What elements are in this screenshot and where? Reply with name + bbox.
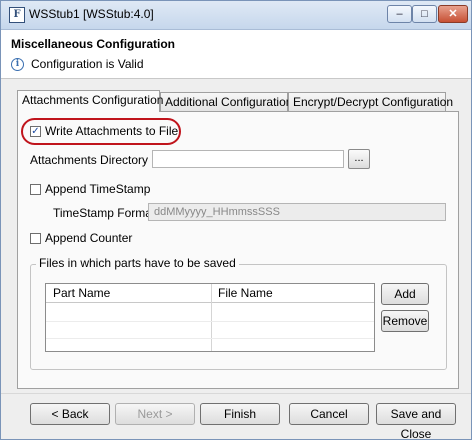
window-title: WSStub1 [WSStub:4.0]	[29, 7, 154, 21]
maximize-button[interactable]: □	[412, 5, 437, 23]
append-counter-checkbox[interactable]	[30, 233, 41, 244]
back-button[interactable]: < Back	[30, 403, 110, 425]
attachments-directory-label: Attachments Directory	[30, 153, 149, 167]
parts-table[interactable]: Part Name File Name	[45, 283, 375, 352]
timestamp-format-label: TimeStamp Format	[53, 206, 156, 220]
info-icon: i	[11, 58, 24, 71]
files-group-legend: Files in which parts have to be saved	[36, 256, 239, 270]
column-header-file-name[interactable]: File Name	[211, 284, 374, 303]
finish-button[interactable]: Finish	[200, 403, 280, 425]
remove-button[interactable]: Remove	[381, 310, 429, 332]
column-header-part-name[interactable]: Part Name	[46, 284, 211, 303]
cancel-button[interactable]: Cancel	[289, 403, 369, 425]
append-timestamp-label: Append TimeStamp	[45, 182, 151, 196]
add-button[interactable]: Add	[381, 283, 429, 305]
save-and-close-button[interactable]: Save and Close	[376, 403, 456, 441]
row-divider	[46, 321, 374, 322]
attachments-directory-input[interactable]	[152, 150, 344, 168]
minimize-button[interactable]: –	[387, 5, 412, 23]
column-divider	[211, 284, 212, 351]
wizard-window: F WSStub1 [WSStub:4.0] – □ ✕ Miscellaneo…	[0, 0, 472, 441]
write-attachments-checkbox[interactable]: ✓	[30, 126, 41, 137]
status-message: Configuration is Valid	[31, 57, 144, 71]
tab-additional-configuration[interactable]: Additional Configuration	[160, 92, 292, 111]
wizard-header: Miscellaneous Configuration i Configurat…	[1, 30, 471, 79]
app-icon: F	[9, 7, 25, 23]
row-divider	[46, 338, 374, 339]
append-counter-label: Append Counter	[45, 231, 133, 245]
write-attachments-label: Write Attachments to File	[45, 124, 179, 138]
title-bar[interactable]: F WSStub1 [WSStub:4.0] – □ ✕	[1, 1, 471, 30]
timestamp-format-input[interactable]: ddMMyyyy_HHmmssSSS	[148, 203, 446, 221]
close-button[interactable]: ✕	[438, 5, 468, 23]
next-button[interactable]: Next >	[115, 403, 195, 425]
tab-encrypt-decrypt-configuration[interactable]: Encrypt/Decrypt Configuration	[288, 92, 453, 111]
browse-button[interactable]: ...	[348, 149, 370, 169]
footer-divider	[1, 393, 471, 394]
append-timestamp-checkbox[interactable]	[30, 184, 41, 195]
page-title: Miscellaneous Configuration	[11, 37, 176, 51]
tab-attachments-configuration[interactable]: Attachments Configuration	[17, 90, 163, 112]
